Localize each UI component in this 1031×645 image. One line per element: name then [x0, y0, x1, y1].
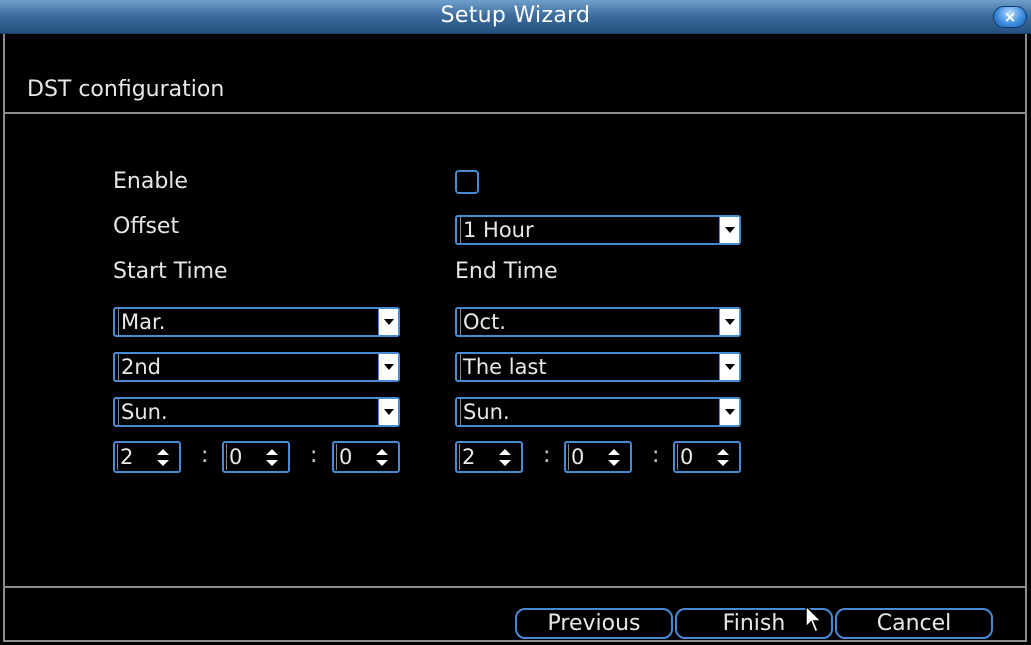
spin-down-icon[interactable] — [499, 460, 511, 466]
end-day-select[interactable]: Sun. — [455, 397, 741, 427]
end-second-value: 0 — [677, 444, 693, 470]
start-time-label: Start Time — [113, 259, 228, 284]
end-week-select[interactable]: The last — [455, 352, 741, 382]
time-separator: : — [201, 443, 209, 468]
bottom-divider — [5, 586, 1026, 588]
close-button[interactable]: × — [993, 6, 1027, 28]
dropdown-arrow-icon[interactable] — [719, 309, 739, 335]
spin-up-icon[interactable] — [157, 449, 169, 455]
offset-label: Offset — [113, 214, 180, 239]
dropdown-arrow-icon[interactable] — [378, 399, 398, 425]
end-hour-spinner[interactable]: 2 — [455, 441, 523, 473]
start-hour-spinner[interactable]: 2 — [113, 441, 181, 473]
start-second-value: 0 — [336, 444, 352, 470]
end-month-select[interactable]: Oct. — [455, 307, 741, 337]
dropdown-arrow-icon[interactable] — [719, 354, 739, 380]
spin-down-icon[interactable] — [157, 460, 169, 466]
spin-up-icon[interactable] — [717, 449, 729, 455]
time-separator: : — [310, 443, 318, 468]
start-hour-value: 2 — [117, 444, 133, 470]
end-week-value: The last — [460, 354, 551, 380]
dropdown-arrow-icon[interactable] — [719, 217, 739, 243]
spin-up-icon[interactable] — [376, 449, 388, 455]
spin-up-icon[interactable] — [266, 449, 278, 455]
dropdown-arrow-icon[interactable] — [378, 309, 398, 335]
title-bar: Setup Wizard × — [0, 0, 1031, 34]
dropdown-arrow-icon[interactable] — [719, 399, 739, 425]
start-month-value: Mar. — [118, 309, 169, 335]
spin-up-icon[interactable] — [499, 449, 511, 455]
mouse-pointer-icon — [805, 605, 823, 634]
end-minute-value: 0 — [568, 444, 584, 470]
spin-down-icon[interactable] — [717, 460, 729, 466]
previous-button[interactable]: Previous — [515, 608, 673, 639]
start-week-select[interactable]: 2nd — [113, 352, 400, 382]
start-day-value: Sun. — [118, 399, 172, 425]
end-second-spinner[interactable]: 0 — [673, 441, 741, 473]
spin-down-icon[interactable] — [376, 460, 388, 466]
end-month-value: Oct. — [460, 309, 510, 335]
enable-checkbox[interactable] — [455, 170, 479, 194]
end-day-value: Sun. — [460, 399, 514, 425]
offset-select[interactable]: 1 Hour — [455, 215, 741, 245]
close-icon: × — [1003, 8, 1017, 26]
end-hour-value: 2 — [459, 444, 475, 470]
time-separator: : — [652, 443, 660, 468]
section-title: DST configuration — [27, 77, 225, 102]
dialog-frame — [3, 34, 1027, 642]
offset-value: 1 Hour — [460, 217, 538, 243]
end-time-label: End Time — [455, 259, 558, 284]
cancel-button[interactable]: Cancel — [835, 608, 993, 639]
start-minute-spinner[interactable]: 0 — [222, 441, 290, 473]
dropdown-arrow-icon[interactable] — [378, 354, 398, 380]
top-divider — [5, 112, 1026, 114]
start-week-value: 2nd — [118, 354, 165, 380]
spin-down-icon[interactable] — [266, 460, 278, 466]
start-minute-value: 0 — [226, 444, 242, 470]
enable-label: Enable — [113, 169, 188, 194]
start-day-select[interactable]: Sun. — [113, 397, 400, 427]
start-second-spinner[interactable]: 0 — [332, 441, 400, 473]
spin-up-icon[interactable] — [608, 449, 620, 455]
window-title: Setup Wizard — [440, 3, 591, 28]
end-minute-spinner[interactable]: 0 — [564, 441, 632, 473]
spin-down-icon[interactable] — [608, 460, 620, 466]
time-separator: : — [543, 443, 551, 468]
start-month-select[interactable]: Mar. — [113, 307, 400, 337]
